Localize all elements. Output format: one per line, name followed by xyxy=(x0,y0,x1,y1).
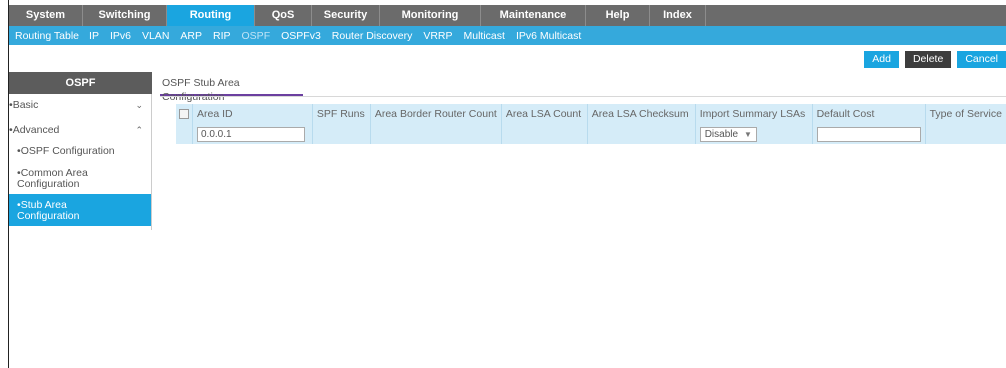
top-nav-routing[interactable]: Routing xyxy=(167,5,255,26)
sub-nav-ospfv3[interactable]: OSPFv3 xyxy=(281,30,321,42)
area-id-cell xyxy=(192,124,313,144)
area-lsa-checksum-cell xyxy=(587,124,696,144)
sub-nav-vrrp[interactable]: VRRP xyxy=(423,30,452,42)
spf-runs-cell xyxy=(312,124,371,144)
import-summary-select[interactable]: Disable ▼ xyxy=(699,126,757,142)
sidebar-item-label: Advanced xyxy=(12,124,60,136)
row-checkbox-cell xyxy=(176,124,193,144)
sub-nav-arp[interactable]: ARP xyxy=(180,30,202,42)
sidebar-item-label: Basic xyxy=(12,99,39,111)
import-summary-value: Disable xyxy=(704,128,739,140)
sub-nav-router-discovery[interactable]: Router Discovery xyxy=(332,30,413,42)
area-lsa-count-cell xyxy=(501,124,588,144)
sidebar-item-stub-area-configuration[interactable]: •Stub Area Configuration xyxy=(9,194,151,226)
column-header: Import Summary LSAs xyxy=(695,104,813,124)
chevron-down-icon: ▼ xyxy=(744,129,752,139)
top-nav-security[interactable]: Security xyxy=(312,5,380,26)
sub-nav-multicast[interactable]: Multicast xyxy=(464,30,505,42)
default-cost-input[interactable] xyxy=(816,126,921,142)
select-all-checkbox[interactable] xyxy=(179,109,189,120)
column-header: Area Border Router Count xyxy=(370,104,502,124)
column-header: Type of Service xyxy=(929,108,1002,120)
stub-area-table: Area ID SPF Runs Area Border Router Coun… xyxy=(176,104,1006,144)
sub-nav-ospf[interactable]: OSPF xyxy=(242,30,271,42)
top-nav-maintenance[interactable]: Maintenance xyxy=(481,5,586,26)
type-of-service-cell xyxy=(925,124,1006,144)
area-border-router-count-cell xyxy=(370,124,502,144)
sidebar-item-common-area-configuration[interactable]: •Common Area Configuration xyxy=(9,164,151,194)
table-header-row: Area ID SPF Runs Area Border Router Coun… xyxy=(176,104,1006,124)
sub-nav-ipv6[interactable]: IPv6 xyxy=(110,30,131,42)
sub-nav-ipv6-multicast[interactable]: IPv6 Multicast xyxy=(516,30,581,42)
action-bar: Add Delete Cancel xyxy=(864,51,1006,68)
delete-button[interactable]: Delete xyxy=(904,51,952,68)
sidebar-title: OSPF xyxy=(9,72,152,94)
sidebar: •Basic ⌄ •Advanced ⌃ •OSPF Configuration… xyxy=(9,94,152,230)
chevron-down-icon: ⌄ xyxy=(135,100,143,110)
top-nav-system[interactable]: System xyxy=(9,5,83,26)
sidebar-item-label: Stub Area Configuration xyxy=(17,199,80,222)
top-nav-help[interactable]: Help xyxy=(586,5,650,26)
top-nav-switching[interactable]: Switching xyxy=(83,5,167,26)
column-header: Area LSA Count xyxy=(501,104,588,124)
default-cost-cell xyxy=(812,124,926,144)
sub-nav-ip[interactable]: IP xyxy=(89,30,99,42)
column-header: Default Cost xyxy=(812,104,926,124)
column-header: Area ID xyxy=(192,104,313,124)
add-button[interactable]: Add xyxy=(864,51,899,68)
sub-nav-rip[interactable]: RIP xyxy=(213,30,231,42)
top-nav-index[interactable]: Index xyxy=(650,5,706,26)
tab-stub-area-configuration[interactable]: OSPF Stub Area Configuration xyxy=(160,76,303,103)
top-nav-monitoring[interactable]: Monitoring xyxy=(380,5,481,26)
sidebar-item-basic[interactable]: •Basic ⌄ xyxy=(9,94,151,118)
import-summary-cell: Disable ▼ xyxy=(695,124,813,144)
column-header: Area LSA Checksum xyxy=(587,104,696,124)
chevron-up-icon: ⌃ xyxy=(135,125,143,135)
sub-nav: Routing Table IP IPv6 VLAN ARP RIP OSPF … xyxy=(9,26,1006,45)
sidebar-item-label: Common Area Configuration xyxy=(17,167,88,190)
column-header: SPF Runs xyxy=(312,104,371,124)
top-nav-qos[interactable]: QoS xyxy=(255,5,312,26)
sidebar-item-ospf-configuration[interactable]: •OSPF Configuration xyxy=(9,142,151,164)
table-row: Disable ▼ xyxy=(176,124,1006,144)
sidebar-item-label: OSPF Configuration xyxy=(20,145,115,157)
app-frame: System Switching Routing QoS Security Mo… xyxy=(8,0,1006,368)
sub-nav-routing-table[interactable]: Routing Table xyxy=(15,30,79,42)
top-nav: System Switching Routing QoS Security Mo… xyxy=(9,5,1006,26)
area-id-input[interactable] xyxy=(197,126,305,142)
divider xyxy=(160,96,1006,97)
sub-nav-vlan[interactable]: VLAN xyxy=(142,30,169,42)
cancel-button[interactable]: Cancel xyxy=(957,51,1006,68)
sidebar-item-advanced[interactable]: •Advanced ⌃ xyxy=(9,118,151,142)
select-all-header xyxy=(176,104,193,124)
